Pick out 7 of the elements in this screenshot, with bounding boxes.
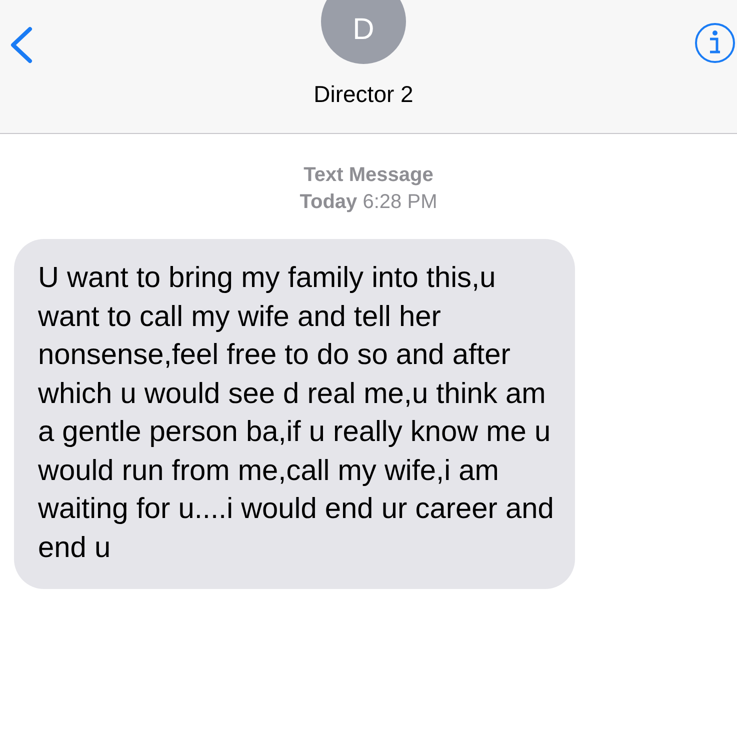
- info-icon[interactable]: [692, 21, 737, 65]
- service-label: Text Message: [304, 163, 434, 188]
- message-bubble: U want to bring my family into this,u want to call my wife and tell her nonsense,feel free to do so and after which u would see d real me,u think am a gentle person ba,if u really know me u would run from me,call my wife,i am waiting for u....i would end ur career and end u: [14, 239, 575, 589]
- contact-name: Director 2: [314, 80, 414, 109]
- avatar[interactable]: D: [320, 0, 406, 64]
- back-chevron-icon[interactable]: [8, 26, 34, 64]
- timestamp: Today 6:28 PM: [300, 190, 438, 215]
